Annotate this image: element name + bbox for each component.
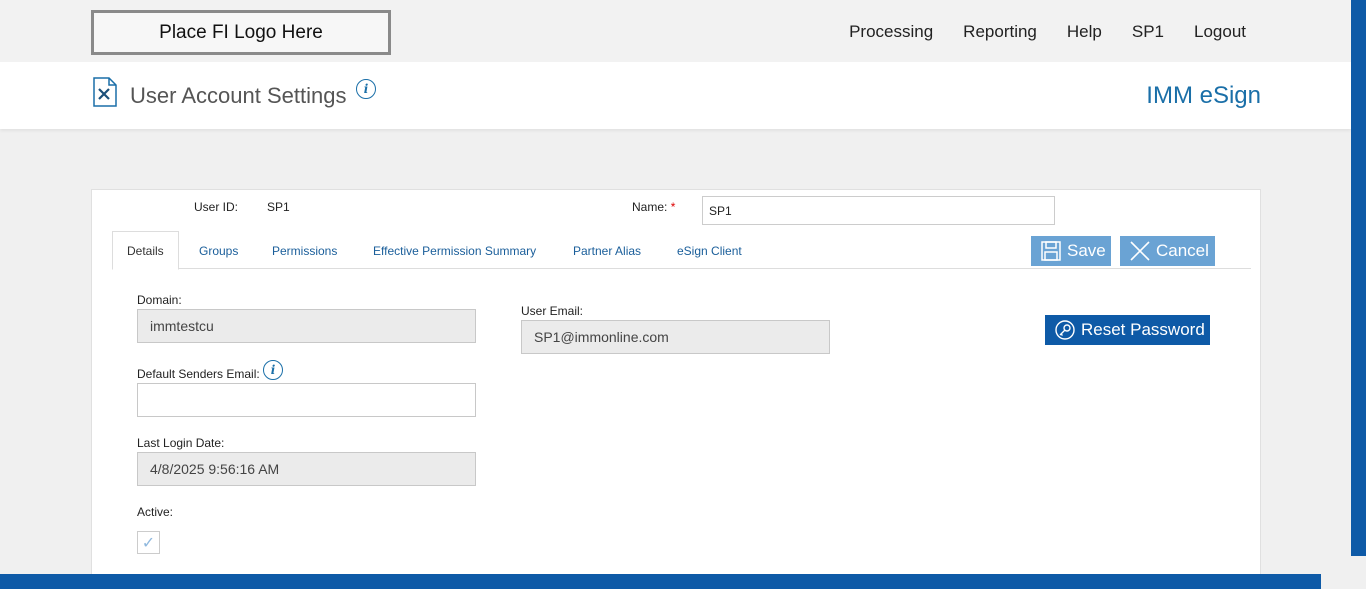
tab-effective-permission-summary[interactable]: Effective Permission Summary xyxy=(373,231,536,270)
default-senders-email-label: Default Senders Email: xyxy=(137,367,260,381)
save-label: Save xyxy=(1067,241,1106,260)
active-label: Active: xyxy=(137,505,174,519)
brand-name: IMM eSign xyxy=(1146,82,1261,109)
tab-permissions[interactable]: Permissions xyxy=(272,231,337,270)
user-email-field: SP1@immonline.com xyxy=(521,320,830,354)
save-icon xyxy=(1041,241,1061,261)
tab-groups[interactable]: Groups xyxy=(199,231,238,270)
logo-placeholder: Place FI Logo Here xyxy=(91,10,391,55)
nav-help[interactable]: Help xyxy=(1067,22,1102,42)
main-nav: Processing Reporting Help SP1 Logout xyxy=(819,22,1246,42)
close-icon xyxy=(1130,241,1150,261)
user-id-value: SP1 xyxy=(267,200,290,214)
default-senders-email-input[interactable] xyxy=(137,383,476,417)
domain-field: immtestcu xyxy=(137,309,476,343)
domain-label: Domain: xyxy=(137,293,182,307)
save-button[interactable]: Save xyxy=(1031,236,1111,266)
settings-document-icon xyxy=(93,77,117,107)
last-login-field: 4/8/2025 9:56:16 AM xyxy=(137,452,476,486)
nav-processing[interactable]: Processing xyxy=(849,22,933,42)
name-label-text: Name: xyxy=(632,200,668,214)
active-checkbox[interactable]: ✓ xyxy=(137,531,160,554)
tab-partner-alias[interactable]: Partner Alias xyxy=(573,231,641,270)
nav-logout[interactable]: Logout xyxy=(1194,22,1246,42)
user-email-label: User Email: xyxy=(521,304,584,318)
last-login-label: Last Login Date: xyxy=(137,436,225,450)
info-icon[interactable]: i xyxy=(356,79,376,99)
name-label: Name: * xyxy=(632,200,675,214)
key-icon xyxy=(1055,320,1075,340)
page-title: User Account Settings xyxy=(130,83,347,108)
vertical-scrollbar[interactable] xyxy=(1351,0,1366,556)
checkmark-icon: ✓ xyxy=(141,534,156,552)
user-id-label: User ID: xyxy=(194,200,239,214)
tab-esign-client[interactable]: eSign Client xyxy=(677,231,742,270)
nav-reporting[interactable]: Reporting xyxy=(963,22,1037,42)
nav-user[interactable]: SP1 xyxy=(1132,22,1164,42)
required-marker: * xyxy=(670,200,676,214)
reset-password-button[interactable]: Reset Password xyxy=(1045,315,1210,345)
cancel-label: Cancel xyxy=(1156,241,1209,260)
name-input[interactable]: SP1 xyxy=(702,196,1055,225)
title-bar: User Account Settings i IMM eSign xyxy=(0,62,1351,129)
user-settings-panel: User ID: SP1 Name: * SP1 Details Groups … xyxy=(91,189,1261,579)
footer-bar xyxy=(0,574,1321,589)
info-icon[interactable]: i xyxy=(263,360,283,380)
top-bar: Place FI Logo Here Processing Reporting … xyxy=(0,0,1351,62)
cancel-button[interactable]: Cancel xyxy=(1120,236,1215,266)
reset-password-label: Reset Password xyxy=(1081,320,1205,339)
tab-details[interactable]: Details xyxy=(112,231,179,270)
